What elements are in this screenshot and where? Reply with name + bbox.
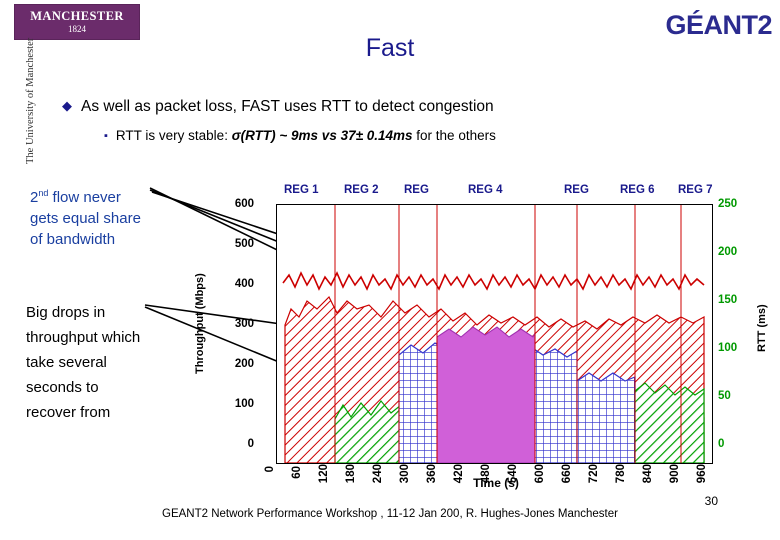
region-label-3: REG [404,184,429,196]
bullet-level2-emphasis: σ(RTT) ~ 9ms vs 37± 0.14ms [231,128,413,143]
annotation-second-flow-l1b: flow never [48,189,121,206]
ytick-right-200: 200 [718,246,738,258]
annotation-big-drops-l3: take several [26,354,107,371]
xtick-840: 840 [642,464,654,484]
region-label-7: REG 7 [678,184,713,196]
region-label-6: REG 6 [620,184,655,196]
chart-series-svg [282,205,705,463]
annotation-big-drops-l4: seconds to [26,379,99,396]
bullet-level2-post: for the others [412,128,496,143]
xtick-0: 0 [264,466,276,473]
region-label-1: REG 1 [284,184,319,196]
series-rtt [282,271,705,291]
series-flow3-b [576,372,636,463]
ytick-left-300: 300 [234,318,254,330]
chart-ylabel-right: RTT (ms) [756,304,768,352]
annotation-big-drops-l5: recover from [26,404,111,421]
chart-plot-area [276,204,713,464]
annotation-second-flow-sup: nd [38,188,49,198]
ytick-left-200: 200 [234,358,254,370]
xtick-600: 600 [534,464,546,484]
manchester-logo-name: MANCHESTER [30,9,124,23]
annotation-second-flow-l2: gets equal share [30,210,141,227]
region-label-5: REG [564,184,589,196]
ytick-left-0: 0 [247,438,254,450]
ytick-right-250: 250 [718,198,738,210]
xtick-780: 780 [615,464,627,484]
ytick-right-0: 0 [718,438,725,450]
square-bullet-icon: ▪ [104,130,108,142]
series-flow4 [436,326,536,463]
bullet-level2: ▪ RTT is very stable: σ(RTT) ~ 9ms vs 37±… [104,128,780,143]
annotation-second-flow: 2nd flow never gets equal share of bandw… [30,183,180,250]
annotation-second-flow-l3: of bandwidth [30,231,116,248]
xtick-480: 480 [480,464,492,484]
xtick-420: 420 [453,464,465,484]
throughput-rtt-chart: Throughput (Mbps) RTT (ms) Time (s) 600 … [194,176,768,498]
xtick-240: 240 [372,464,384,484]
chart-ylabel-left: Throughput (Mbps) [194,273,206,375]
xtick-60: 60 [291,466,303,479]
xtick-300: 300 [399,464,411,484]
xtick-180: 180 [345,464,357,484]
region-label-4: REG 4 [468,184,503,196]
series-flow2-b [634,382,705,463]
ytick-left-400: 400 [234,278,254,290]
slide-page-number: 30 [704,494,718,508]
ytick-left-500: 500 [234,238,254,250]
diamond-bullet-icon: ◆ [62,98,72,113]
ytick-right-50: 50 [718,390,731,402]
ytick-left-100: 100 [234,398,254,410]
xtick-360: 360 [426,464,438,484]
xtick-660: 660 [561,464,573,484]
annotation-big-drops-l1: Big drops in [26,304,106,321]
slide-footer: GEANT2 Network Performance Workshop , 11… [162,508,618,520]
bullet-level1: ◆ As well as packet loss, FAST uses RTT t… [62,98,762,116]
xtick-720: 720 [588,464,600,484]
manchester-logo-year: 1824 [68,24,86,34]
xtick-120: 120 [318,464,330,484]
annotation-big-drops-l2: throughput which [26,329,141,346]
bullet-level1-text: As well as packet loss, FAST uses RTT to… [81,98,494,115]
ytick-right-100: 100 [718,342,738,354]
ytick-left-600: 600 [234,198,254,210]
page-title: Fast [365,34,415,62]
region-label-2: REG 2 [344,184,379,196]
ytick-right-150: 150 [718,294,738,306]
bullet-level2-pre: RTT is very stable: [115,128,232,143]
annotation-big-drops: Big drops in throughput which take sever… [26,300,196,425]
xtick-540: 540 [507,464,519,484]
xtick-900: 900 [669,464,681,484]
xtick-960: 960 [696,464,708,484]
